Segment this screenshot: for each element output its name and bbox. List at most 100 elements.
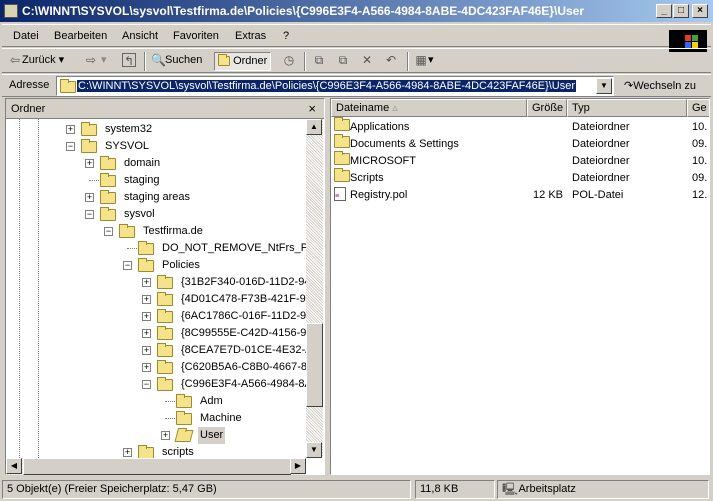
tree-line xyxy=(89,180,99,181)
scroll-thumb[interactable] xyxy=(306,323,323,407)
expand-icon[interactable]: + xyxy=(66,125,75,134)
menu-help[interactable]: ? xyxy=(283,30,289,42)
scroll-thumb[interactable] xyxy=(23,458,291,475)
expand-icon[interactable]: + xyxy=(142,329,151,338)
folder-icon xyxy=(81,122,97,136)
tree-item-label: {6AC1786C-016F-11D2-94 xyxy=(181,310,306,322)
menu-favoriten[interactable]: Favoriten xyxy=(173,30,219,42)
delete-icon: ✕ xyxy=(361,53,373,68)
undo-button[interactable]: ↶ xyxy=(384,52,398,71)
history-button[interactable]: ◷ xyxy=(282,52,296,71)
copy-to-icon: ⧉ xyxy=(338,53,348,68)
file-row[interactable]: ≡ Registry.pol 12 KB POL-Datei 12. xyxy=(331,187,709,204)
tree-item-label: {4D01C478-F73B-421F-9B xyxy=(181,293,306,305)
expand-icon[interactable]: + xyxy=(123,448,132,457)
views-button[interactable]: ▦▾ xyxy=(414,52,433,71)
file-row[interactable]: MICROSOFT Dateiordner 10. xyxy=(331,151,709,170)
folders-pane-title: Ordner xyxy=(11,103,46,115)
folders-button[interactable]: Ordner xyxy=(214,52,272,71)
expand-icon[interactable]: + xyxy=(142,312,151,321)
folder-icon xyxy=(157,292,173,306)
up-folder-button[interactable]: ↰ xyxy=(122,52,136,71)
file-type: Dateiordner xyxy=(572,138,630,150)
folder-icon xyxy=(334,168,350,182)
file-row[interactable]: Documents & Settings Dateiordner 09. xyxy=(331,134,709,153)
undo-icon: ↶ xyxy=(385,53,397,68)
column-header-type[interactable]: Typ xyxy=(567,99,687,117)
file-type: Dateiordner xyxy=(572,121,630,133)
tree-horizontal-scrollbar[interactable]: ◀ ▶ xyxy=(6,458,306,475)
back-label: Zurück xyxy=(22,54,56,66)
address-dropdown-button[interactable]: ▼ xyxy=(596,78,612,94)
expand-icon[interactable]: + xyxy=(142,295,151,304)
file-type: Dateiordner xyxy=(572,172,630,184)
go-button[interactable]: ↷Wechseln zu xyxy=(624,79,696,92)
folder-icon xyxy=(157,360,173,374)
folders-pane: Ordner × + system32− SYSVOL + domain staging +… xyxy=(5,98,325,475)
status-location-label: Arbeitsplatz xyxy=(518,483,576,495)
expand-icon[interactable]: + xyxy=(142,363,151,372)
folder-icon xyxy=(81,139,97,153)
scroll-right-button[interactable]: ▶ xyxy=(290,458,306,474)
collapse-icon[interactable]: − xyxy=(85,210,94,219)
menu-datei[interactable]: Datei xyxy=(13,30,39,42)
close-button[interactable]: × xyxy=(692,4,708,18)
minimize-button[interactable]: _ xyxy=(656,4,672,18)
move-to-icon: ⧉ xyxy=(314,53,324,68)
column-header-date[interactable]: Ge xyxy=(687,99,709,117)
go-label: Wechseln zu xyxy=(633,80,696,92)
folder-icon xyxy=(176,411,192,425)
tree-item-label: staging xyxy=(124,174,160,186)
address-input[interactable]: C:\WINNT\SYSVOL\sysvol\Testfirma.de\Poli… xyxy=(56,76,614,96)
forward-button[interactable]: ⇨ ▾ xyxy=(84,52,107,71)
folder-icon xyxy=(100,173,116,187)
forward-arrow-icon: ⇨ xyxy=(85,53,97,68)
menu-ansicht[interactable]: Ansicht xyxy=(122,30,158,42)
scroll-left-button[interactable]: ◀ xyxy=(6,458,22,474)
delete-button[interactable]: ✕ xyxy=(360,52,374,71)
move-to-button[interactable]: ⧉ xyxy=(312,52,326,71)
file-name: MICROSOFT xyxy=(350,155,416,167)
tree-item-label: Adm xyxy=(200,395,223,407)
file-row[interactable]: Applications Dateiordner 10. xyxy=(331,117,709,136)
expand-icon[interactable]: + xyxy=(142,346,151,355)
copy-to-button[interactable]: ⧉ xyxy=(336,52,350,71)
status-size: 11,8 KB xyxy=(415,480,495,499)
expand-icon[interactable]: + xyxy=(85,193,94,202)
address-value: C:\WINNT\SYSVOL\sysvol\Testfirma.de\Poli… xyxy=(77,80,577,92)
menu-extras[interactable]: Extras xyxy=(235,30,266,42)
file-date: 10. xyxy=(692,155,708,167)
expand-icon[interactable]: + xyxy=(161,431,170,440)
menu-bearbeiten[interactable]: Bearbeiten xyxy=(54,30,107,42)
tree-line xyxy=(165,401,175,402)
tree-item-label: {8C99555E-C42D-4156-9B xyxy=(181,327,306,339)
file-row[interactable]: Scripts Dateiordner 09. xyxy=(331,168,709,187)
expand-icon[interactable]: + xyxy=(142,278,151,287)
collapse-icon[interactable]: − xyxy=(142,380,151,389)
collapse-icon[interactable]: − xyxy=(104,227,113,236)
file-name: Scripts xyxy=(350,172,384,184)
scroll-up-button[interactable]: ▲ xyxy=(306,119,322,135)
status-bar: 5 Objekt(e) (Freier Speicherplatz: 5,47 … xyxy=(0,478,713,501)
folders-pane-header: Ordner × xyxy=(6,99,324,119)
folder-icon xyxy=(60,79,76,93)
expand-icon[interactable]: + xyxy=(85,159,94,168)
back-button[interactable]: ⇦ Zurück ▾ xyxy=(8,52,64,71)
separator xyxy=(304,52,306,71)
column-header-size[interactable]: Größe xyxy=(527,99,567,117)
explorer-icon xyxy=(4,4,18,18)
tree-item-label: SYSVOL xyxy=(105,140,150,152)
close-pane-icon[interactable]: × xyxy=(308,101,316,116)
file-type: POL-Datei xyxy=(572,189,624,201)
collapse-icon[interactable]: − xyxy=(66,142,75,151)
tree-line xyxy=(165,418,175,419)
tree-item-label: system32 xyxy=(105,123,153,135)
search-label: Suchen xyxy=(165,54,203,66)
tree-vertical-scrollbar[interactable]: ▲ ▼ xyxy=(306,119,323,458)
collapse-icon[interactable]: − xyxy=(123,261,132,270)
column-header-name[interactable]: Dateiname ▵ xyxy=(331,99,527,117)
maximize-button[interactable]: □ xyxy=(673,4,689,18)
scroll-down-button[interactable]: ▼ xyxy=(306,442,322,458)
search-button[interactable]: 🔍Suchen xyxy=(151,52,202,71)
views-icon: ▦ xyxy=(415,53,427,68)
